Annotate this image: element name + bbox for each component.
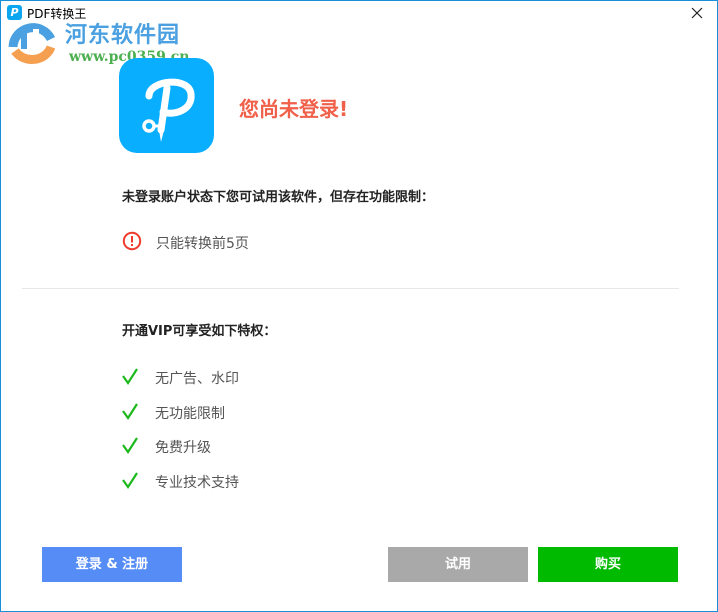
login-register-button[interactable]: 登录 & 注册 <box>42 547 182 582</box>
close-icon <box>691 7 703 19</box>
vip-feature-text: 专业技术支持 <box>155 475 239 491</box>
title-bar: P PDF转换王 <box>1 1 717 25</box>
trial-button[interactable]: 试用 <box>388 547 528 582</box>
warning-circle-icon <box>122 231 142 251</box>
section-divider <box>22 288 679 289</box>
app-logo <box>119 58 214 153</box>
pdf-p-logo-icon <box>142 78 195 142</box>
app-icon: P <box>7 5 22 20</box>
check-icon <box>122 472 138 489</box>
vip-feature-text: 无功能限制 <box>155 406 225 422</box>
vip-feature-text: 无广告、水印 <box>155 371 239 387</box>
close-button[interactable] <box>687 4 707 22</box>
window-title: PDF转换王 <box>27 7 87 21</box>
limitation-text: 只能转换前5页 <box>156 236 249 252</box>
check-icon <box>122 368 138 385</box>
buy-button[interactable]: 购买 <box>538 547 678 582</box>
check-icon <box>122 437 138 454</box>
vip-title: 开通VIP可享受如下特权： <box>122 324 277 339</box>
limitation-title: 未登录账户状态下您可试用该软件，但存在功能限制： <box>122 190 435 205</box>
login-prompt-window: P PDF转换王 河东软件园 www.pc0359.cn 您尚未登录! 未登录账 <box>0 0 718 612</box>
check-icon <box>122 403 138 420</box>
not-logged-in-headline: 您尚未登录! <box>239 97 349 121</box>
vip-feature-text: 免费升级 <box>155 440 211 456</box>
